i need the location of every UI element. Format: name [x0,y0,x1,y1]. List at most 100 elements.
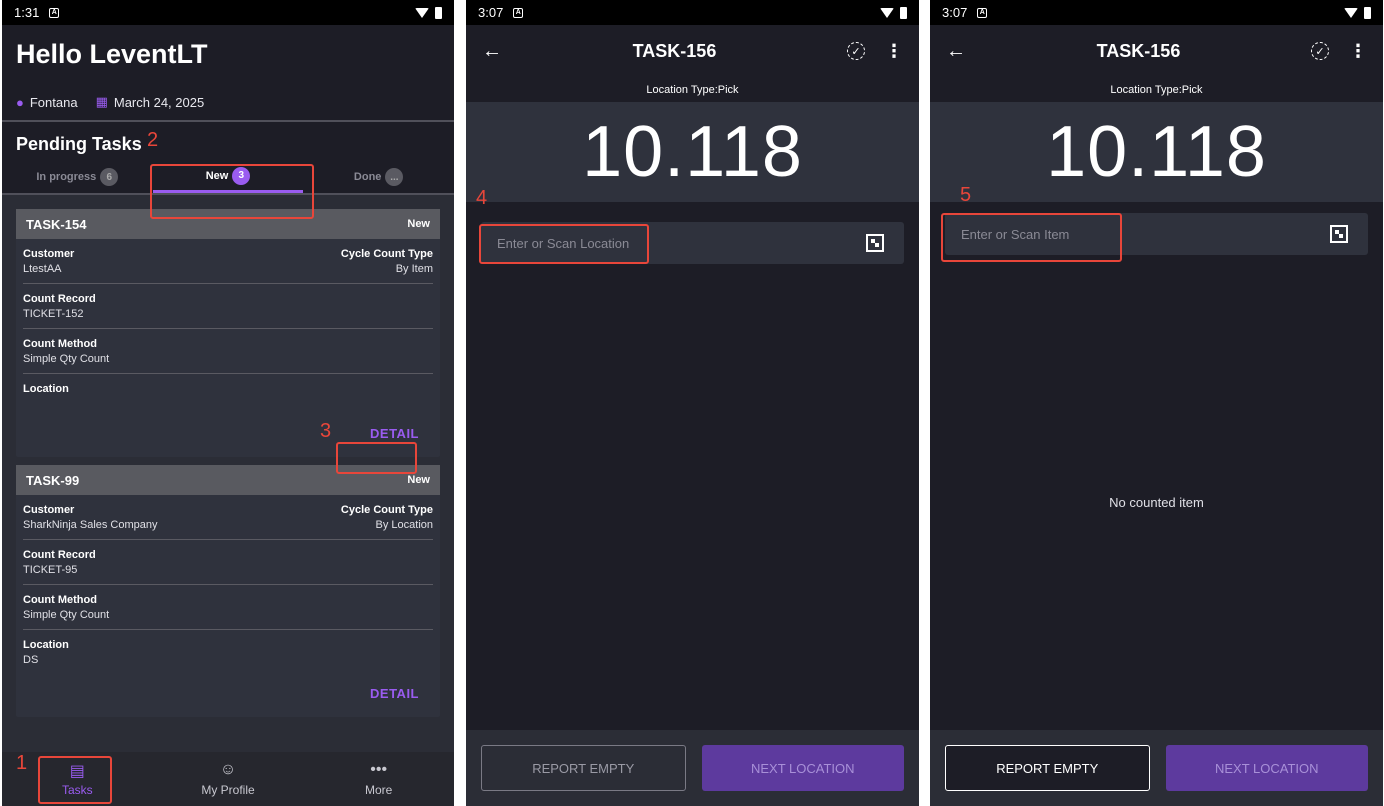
tab-count-badge: 6 [100,168,119,186]
notification-icon: A [513,7,524,18]
location-row: Location [23,374,433,406]
nav-label: More [365,783,393,797]
tab-label: In progress [36,171,97,183]
more-icon: ••• [370,761,388,778]
annotation-box [150,164,314,219]
cycle-type-label: Cycle Count Type [340,248,433,260]
location-type-label: Location Type:Pick [1110,84,1203,96]
task-list: TASK-154 New Customer LtestAA Cycle Coun… [2,195,454,755]
nav-my-profile[interactable]: ☺ My Profile [153,752,304,806]
status-time: 3:07 [478,5,504,20]
tab-in-progress[interactable]: In progress 6 [2,161,153,193]
date-text: March 24, 2025 [113,94,205,110]
complete-check-icon[interactable]: ✓ [1310,42,1329,60]
top-app-bar: ← TASK-156 ✓ ⋮ [466,25,919,77]
home-header: Hello LeventLT ● Fontana ▦ March 24, 202… [2,25,454,120]
wifi-icon [415,7,429,18]
annotation-box [941,213,1122,262]
next-location-button[interactable]: NEXT LOCATION [1165,745,1368,791]
annotation-number: 2 [147,129,159,151]
annotation-number: 4 [476,187,488,209]
cycle-type-value: By Location [375,519,433,531]
calendar-icon: ▦ [95,94,108,109]
task-status: New [407,474,430,486]
annotation-number: 3 [320,420,332,442]
location-label: Location [23,383,69,395]
item-scan-screen: 3:07 A ← TASK-156 ✓ ⋮ Location Type:Pick… [930,0,1383,806]
detail-button[interactable]: DETAIL [362,682,427,705]
page-title: TASK-156 [1096,40,1181,61]
task-card: TASK-99 New Customer SharkNinja Sales Co… [16,465,440,717]
location-text: Fontana [29,94,78,110]
next-location-button[interactable]: NEXT LOCATION [701,745,904,791]
task-id: TASK-99 [26,472,80,488]
date-info: ▦ March 24, 2025 [96,94,205,110]
back-arrow-icon[interactable]: ← [946,40,966,63]
count-record-value: TICKET-152 [23,308,84,320]
greeting-title: Hello LeventLT [16,39,208,69]
annotation-box [38,756,112,804]
location-info: ● Fontana [16,95,78,110]
customer-value: LtestAA [23,263,62,275]
annotation-box [479,224,649,264]
meta-row: ● Fontana ▦ March 24, 2025 [16,94,440,120]
annotation-number: 5 [960,184,972,206]
qr-scan-icon[interactable] [1330,225,1348,243]
overflow-menu-icon[interactable]: ⋮ [885,41,903,62]
count-method-row: Count Method Simple Qty Count [23,329,433,374]
notification-icon: A [49,7,60,18]
customer-label: Customer [23,248,75,260]
count-method-row: Count Method Simple Qty Count [23,585,433,630]
location-value: DS [23,654,39,666]
tab-label: Done [353,171,382,183]
location-label: Location [23,639,69,651]
count-record-row: Count Record TICKET-152 [23,284,433,329]
battery-icon [900,6,907,19]
task-status: New [407,218,430,230]
count-method-value: Simple Qty Count [23,609,110,621]
annotation-box [336,442,417,474]
count-method-value: Simple Qty Count [23,353,110,365]
customer-label: Customer [23,504,75,516]
wifi-icon [880,7,894,18]
customer-row: Customer LtestAA Cycle Count Type By Ite… [23,239,433,284]
person-icon: ☺ [219,761,237,778]
location-row: Location DS [23,630,433,674]
notification-icon: A [977,7,988,18]
bottom-action-bar: REPORT EMPTY NEXT LOCATION [930,730,1383,806]
wifi-icon [1344,7,1358,18]
count-method-label: Count Method [23,338,97,350]
count-method-label: Count Method [23,594,97,606]
cycle-type-value: By Item [395,263,433,275]
battery-icon [435,6,442,19]
nav-more[interactable]: ••• More [303,752,454,806]
task-card-body: Customer SharkNinja Sales Company Cycle … [16,495,440,717]
status-time: 1:31 [14,5,40,20]
section-title: Pending Tasks [16,134,142,154]
complete-check-icon[interactable]: ✓ [846,42,865,60]
overflow-menu-icon[interactable]: ⋮ [1349,41,1367,62]
battery-icon [1364,6,1371,19]
task-card-body: Customer LtestAA Cycle Count Type By Ite… [16,239,440,457]
location-type-label: Location Type:Pick [646,84,739,96]
location-number-display: 10.118 [930,102,1383,202]
task-card: TASK-154 New Customer LtestAA Cycle Coun… [16,209,440,457]
count-record-row: Count Record TICKET-95 [23,540,433,585]
tab-done[interactable]: Done ... [303,161,454,193]
customer-value: SharkNinja Sales Company [23,519,158,531]
page-title: TASK-156 [632,40,717,61]
tab-count-badge: ... [385,168,404,186]
report-empty-button[interactable]: REPORT EMPTY [481,745,686,791]
annotation-number: 1 [16,752,28,774]
location-pin-icon: ● [16,94,24,110]
empty-state-message: No counted item [1109,495,1204,510]
location-number-display: 10.118 [466,102,919,202]
status-bar: 3:07 A [930,0,1383,25]
report-empty-button[interactable]: REPORT EMPTY [945,745,1150,791]
count-record-value: TICKET-95 [23,564,78,576]
back-arrow-icon[interactable]: ← [482,40,502,63]
tasks-screen: 1:31 A Hello LeventLT ● Fontana ▦ March … [2,0,454,806]
status-bar: 3:07 A [466,0,919,25]
bottom-action-bar: REPORT EMPTY NEXT LOCATION [466,730,919,806]
qr-scan-icon[interactable] [866,234,884,252]
